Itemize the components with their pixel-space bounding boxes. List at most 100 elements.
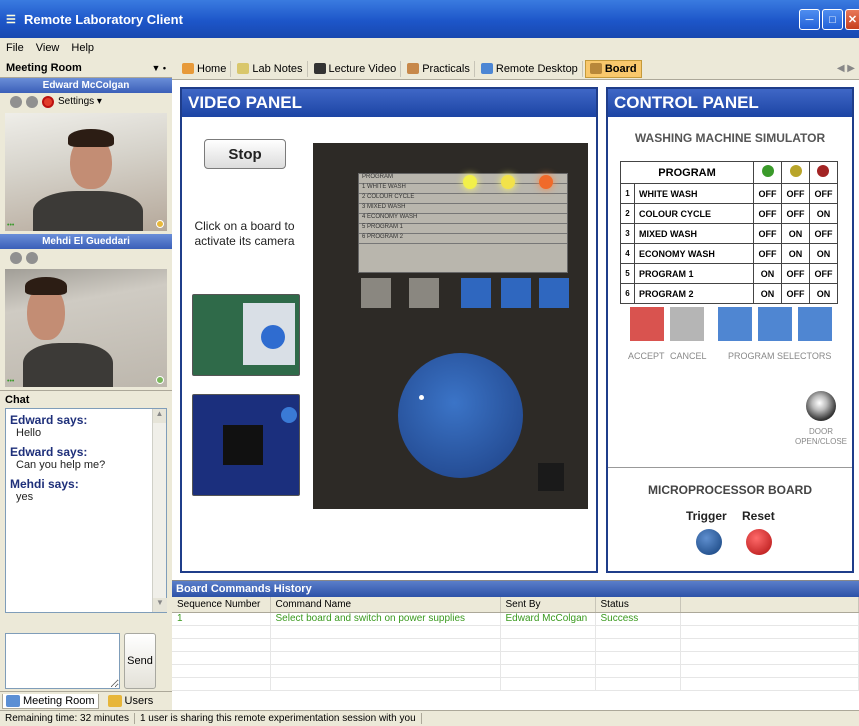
led-state: OFF [781,203,810,224]
column-header[interactable]: Sequence Number [172,597,271,613]
meeting-room-icon [6,694,20,707]
table-row[interactable]: 1 Select board and switch on power suppl… [172,612,859,626]
green-led-icon [761,165,774,177]
blank-cell [680,612,859,626]
door-label: DOOR OPEN/CLOSE [794,427,847,446]
program-row: 5 PROGRAM 1 ON OFF OFF [620,263,839,284]
program-name: WHITE WASH [633,183,755,204]
led-state: OFF [753,243,783,264]
chevron-down-icon[interactable]: ▼ • [151,63,166,73]
tab-board[interactable]: Board [584,59,642,78]
program-selector-3-button[interactable] [798,307,832,341]
chat-sender: Edward says: [10,413,88,427]
led-state: OFF [781,283,810,304]
user-toolbar: Settings ▾ [0,93,172,110]
board-thumbnail-microprocessor[interactable] [192,394,300,496]
tab-meeting-room[interactable]: Meeting Room [2,693,99,709]
accept-button[interactable] [630,307,664,341]
divider [608,467,852,468]
stop-button[interactable]: Stop [204,139,286,169]
scroll-down-icon[interactable]: ▼ [153,598,167,612]
remaining-time: Remaining time: 32 minutes [0,713,135,724]
tab-users[interactable]: Users [105,694,157,708]
accept-label: ACCEPT [628,351,665,361]
control-panel: CONTROL PANEL WASHING MACHINE SIMULATOR … [606,87,854,573]
chat-sender: Mehdi says: [10,477,79,491]
home-icon [182,63,194,74]
main-tabs: Home Lab Notes Lecture Video Practicals … [172,58,859,80]
board-thumbnail-washing-machine[interactable] [192,294,300,376]
window-title-bar: ☰ Remote Laboratory Client ─ □ ✕ [0,0,859,38]
chat-message: Edward says: Can you help me? [10,445,162,471]
column-header[interactable]: Command Name [270,597,501,613]
program-selector-1-button[interactable] [718,307,752,341]
program-number: 5 [620,263,635,284]
trigger-button[interactable] [696,529,722,555]
chat-input[interactable] [5,633,120,689]
led-state: ON [753,283,783,304]
board-camera-feed: PROGRAM 1 WHITE WASH 2 COLOUR CYCLE 3 MI… [313,143,588,509]
tab-lab-notes[interactable]: Lab Notes [233,60,308,77]
led-state: OFF [753,223,783,244]
program-name: COLOUR CYCLE [633,203,755,224]
room-selector[interactable]: Meeting Room ▼ • [0,58,172,78]
user-webcam-feed: ••• [5,113,167,231]
maximize-button[interactable]: □ [822,9,843,30]
program-selectors-label: PROGRAM SELECTORS [728,351,832,361]
tab-label: Board [604,62,637,75]
video-panel: VIDEO PANEL Stop Click on a board to act… [180,87,598,573]
scroll-up-icon[interactable]: ▲ [153,409,166,423]
chat-text: Can you help me? [16,459,106,471]
program-number: 3 [620,223,635,244]
stop-icon[interactable] [42,95,54,108]
led-state: OFF [808,183,839,204]
tab-home[interactable]: Home [178,60,232,77]
chat-message: Mehdi says: yes [10,477,162,503]
column-header-blank [680,597,859,613]
column-header[interactable]: Sent By [500,597,596,613]
yellow-led-icon [789,165,802,177]
door-button[interactable] [806,391,836,421]
reset-button[interactable] [746,529,772,555]
program-name: PROGRAM 2 [633,283,755,304]
tab-label: Practicals [422,62,470,75]
chat-text: yes [16,491,34,503]
tab-scroll-icon[interactable]: ◀ ▶ [837,63,859,74]
audio-icon[interactable] [26,251,38,264]
user-webcam-feed: ••• [5,269,167,387]
tab-label: Remote Desktop [495,62,578,75]
camera-icon[interactable] [10,95,22,108]
minimize-button[interactable]: ─ [799,9,820,30]
led-state: OFF [753,183,783,204]
simulator-title: WASHING MACHINE SIMULATOR [634,131,826,145]
table-row: . [172,651,859,665]
tab-lecture-video[interactable]: Lecture Video [310,60,402,77]
user-name-header: Mehdi El Gueddari [0,234,172,249]
window-title: Remote Laboratory Client [24,11,183,27]
chat-scrollbar[interactable]: ▲ ▼ [152,409,167,612]
history-title: Board Commands History [172,581,859,597]
room-selector-label: Meeting Room [6,61,82,74]
tab-practicals[interactable]: Practicals [403,60,475,77]
camera-icon[interactable] [10,251,22,264]
program-number: 6 [620,283,635,304]
red-led-icon [817,165,830,177]
tab-remote-desktop[interactable]: Remote Desktop [477,60,583,77]
column-header[interactable]: Status [595,597,681,613]
settings-menu[interactable]: Settings ▾ [58,96,102,107]
send-button[interactable]: Send [124,633,156,689]
program-number: 2 [620,203,635,224]
video-icon [313,63,326,74]
tools-icon [407,63,420,74]
command-history: Board Commands History Sequence Number C… [172,580,859,710]
menu-view[interactable]: View [36,42,60,54]
user-name-header: Edward McColgan [0,78,172,93]
cancel-button[interactable] [670,307,704,341]
menu-file[interactable]: File [6,42,24,54]
program-selector-2-button[interactable] [758,307,792,341]
menu-help[interactable]: Help [71,42,94,54]
led-state: OFF [781,263,810,284]
app-logo-icon: ☰ [6,14,16,26]
audio-icon[interactable] [26,95,38,108]
close-button[interactable]: ✕ [845,9,859,30]
